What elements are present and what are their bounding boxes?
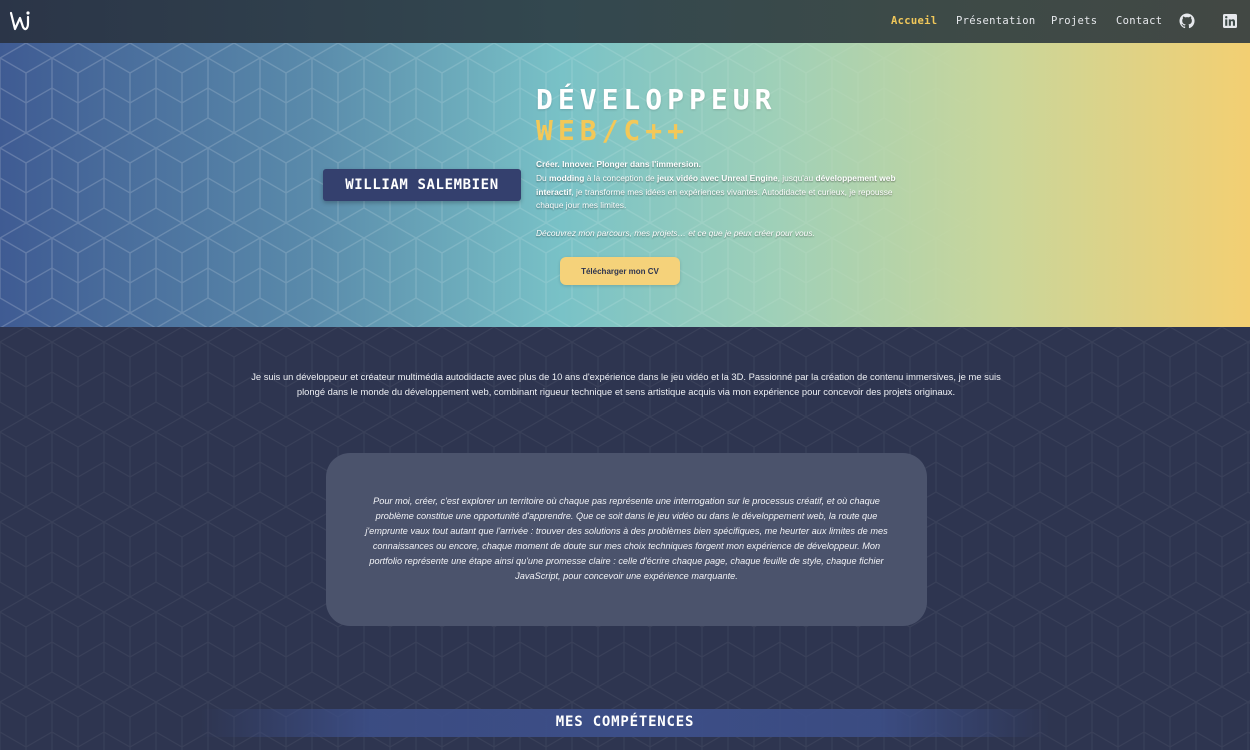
nav-item-accueil[interactable]: Accueil [891, 15, 937, 27]
hero-desc-part: Du [536, 172, 550, 183]
nav-item-presentation[interactable]: Présentation [956, 15, 1035, 27]
hero-section: WILLIAM SALEMBIEN DÉVELOPPEUR WEB/C++ Cr… [0, 43, 1250, 327]
hero-title-line1: DÉVELOPPEUR [536, 83, 777, 116]
download-cv-button[interactable]: Télécharger mon CV [560, 257, 680, 285]
nav-item-contact[interactable]: Contact [1116, 15, 1162, 27]
hero-desc-bold: jeux vidéo avec Unreal Engine [657, 172, 778, 183]
name-label: WILLIAM SALEMBIEN [345, 177, 499, 193]
hero-title-line2: WEB/C++ [536, 114, 690, 147]
github-icon[interactable] [1179, 13, 1195, 29]
hero-title: DÉVELOPPEUR WEB/C++ [536, 84, 776, 146]
hero-desc-part: , je transforme mes idées en expériences… [536, 186, 893, 211]
intro-paragraph: Je suis un développeur et créateur multi… [251, 371, 1001, 398]
quote-card: Pour moi, créer, c'est explorer un terri… [326, 453, 927, 626]
logo-icon[interactable] [9, 9, 33, 33]
skills-title: MES COMPÉTENCES [555, 714, 695, 730]
linkedin-icon[interactable] [1223, 13, 1239, 29]
hero-desc-part: , jusqu'au [777, 172, 816, 183]
navbar: Accueil Présentation Projets Contact [0, 0, 1250, 43]
hero-desc-part: à la conception de [584, 172, 658, 183]
hero-tagline: Créer. Innover. Plonger dans l'immersion… [536, 159, 701, 169]
quote-text: Pour moi, créer, c'est explorer un terri… [365, 496, 888, 581]
hero-desc-bold: modding [549, 172, 585, 183]
nav-item-projets[interactable]: Projets [1051, 15, 1097, 27]
hero-invite: Découvrez mon parcours, mes projets… et … [536, 228, 815, 238]
hero-description: Créer. Innover. Plonger dans l'immersion… [536, 158, 908, 213]
name-badge: WILLIAM SALEMBIEN [323, 169, 521, 201]
